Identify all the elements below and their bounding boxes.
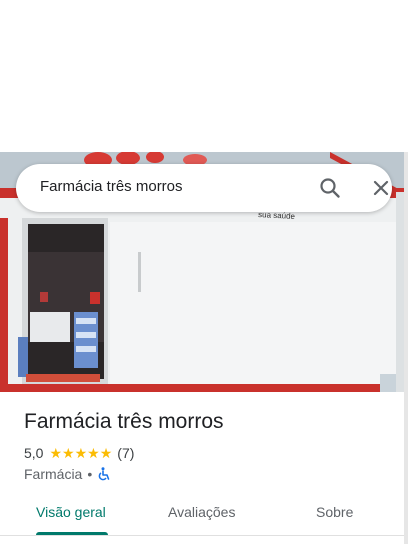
review-count[interactable]: (7) [117,445,134,461]
scrollbar-track[interactable] [404,152,408,544]
tab-sobre[interactable]: Sobre [316,504,353,520]
star-icon: ★ [99,445,113,461]
wheelchair-icon [97,467,111,481]
place-title: Farmácia três morros [24,410,224,433]
search-icon[interactable] [318,176,342,200]
separator-dot: • [87,466,93,482]
rating-row[interactable]: 5,0 ★ ★ ★ ★ ★ (7) [24,444,134,462]
star-icon: ★ [62,445,75,461]
search-bar[interactable]: Farmácia três morros [16,164,392,212]
place-tabs: Visão geral Avaliações Sobre [0,494,404,544]
star-icon: ★ [49,445,63,461]
tab-avaliacoes[interactable]: Avaliações [168,504,235,520]
star-icon: ★ [74,445,88,461]
category-row: Farmácia • [24,466,111,482]
rating-value: 5,0 [24,445,44,461]
star-icon: ★ [87,445,100,461]
close-icon[interactable] [369,176,393,200]
tabs-divider [0,535,404,536]
place-category: Farmácia [24,466,83,482]
place-card-screen: sua saúde Farmácia três morros Farmácia … [0,0,408,544]
star-rating: ★ ★ ★ ★ ★ [49,446,112,460]
search-input[interactable]: Farmácia três morros [40,178,183,195]
tab-visao-geral[interactable]: Visão geral [36,504,106,520]
